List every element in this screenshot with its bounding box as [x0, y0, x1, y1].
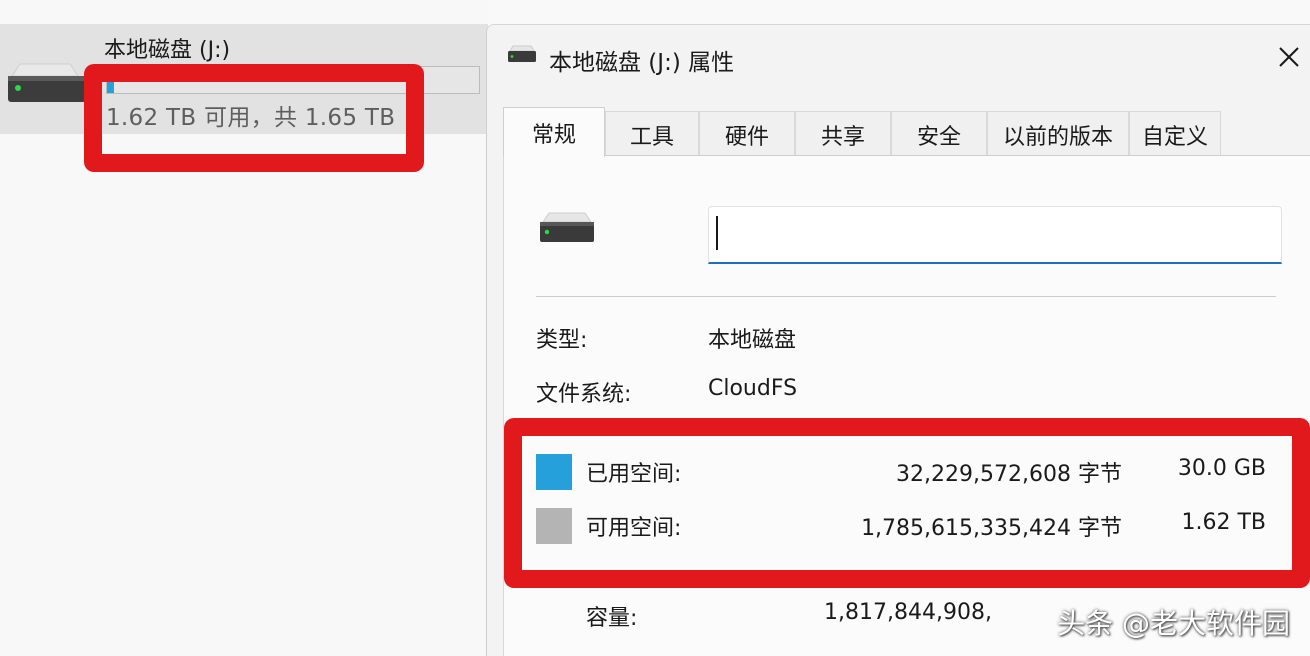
used-space-size: 30.0 GB — [1177, 456, 1266, 481]
hard-drive-icon — [508, 45, 536, 62]
close-button[interactable] — [1267, 37, 1310, 77]
hard-drive-icon — [8, 63, 86, 102]
text-caret — [716, 216, 718, 250]
close-icon — [1279, 47, 1299, 67]
tab-customize[interactable]: 自定义 — [1129, 111, 1221, 157]
top-fragment — [0, 0, 488, 6]
free-space-label: 可用空间: — [586, 516, 682, 541]
free-space-row: 可用空间: 1,785,615,335,424 字节 1.62 TB — [504, 506, 1310, 546]
capacity-bytes: 1,817,844,908, — [824, 600, 992, 625]
explorer-pane: 本地磁盘 (J:) 1.62 TB 可用，共 1.65 TB — [0, 0, 488, 656]
tab-general[interactable]: 常规 — [503, 107, 605, 157]
filesystem-label: 文件系统: — [536, 382, 632, 407]
filesystem-value: CloudFS — [708, 376, 798, 401]
dialog-title: 本地磁盘 (J:) 属性 — [549, 50, 735, 76]
free-space-swatch — [536, 508, 572, 544]
divider — [536, 296, 1276, 297]
usage-bar-fill — [107, 67, 114, 93]
used-space-label: 已用空间: — [586, 462, 682, 487]
usage-bar — [106, 66, 480, 94]
watermark: 头条 @老大软件园 — [1057, 607, 1290, 640]
capacity-label: 容量: — [586, 606, 638, 631]
used-space-swatch — [536, 454, 572, 490]
general-panel: 类型: 本地磁盘 文件系统: CloudFS 已用空间: 32,229,572,… — [503, 155, 1310, 656]
type-label: 类型: — [536, 328, 588, 353]
used-space-bytes: 32,229,572,608 字节 — [896, 462, 1122, 487]
drive-tile-j[interactable]: 本地磁盘 (J:) 1.62 TB 可用，共 1.65 TB — [0, 24, 488, 134]
drive-name: 本地磁盘 (J:) — [104, 38, 231, 63]
drive-free-space: 1.62 TB 可用，共 1.65 TB — [106, 105, 396, 131]
type-value: 本地磁盘 — [708, 328, 797, 353]
tab-hardware[interactable]: 硬件 — [699, 111, 795, 157]
properties-dialog: 本地磁盘 (J:) 属性 常规 工具 硬件 共享 安全 以前的版本 自定义 类型… — [486, 24, 1310, 656]
free-space-bytes: 1,785,615,335,424 字节 — [861, 516, 1122, 541]
tab-security[interactable]: 安全 — [891, 111, 987, 157]
tab-sharing[interactable]: 共享 — [795, 111, 891, 157]
title-bar: 本地磁盘 (J:) 属性 — [487, 25, 1310, 95]
used-space-row: 已用空间: 32,229,572,608 字节 30.0 GB — [504, 452, 1310, 492]
drive-name-input[interactable] — [708, 206, 1282, 264]
tab-previous-versions[interactable]: 以前的版本 — [987, 111, 1129, 157]
tab-tools[interactable]: 工具 — [605, 111, 699, 157]
free-space-size: 1.62 TB — [1181, 510, 1266, 535]
hard-drive-icon — [540, 212, 594, 242]
